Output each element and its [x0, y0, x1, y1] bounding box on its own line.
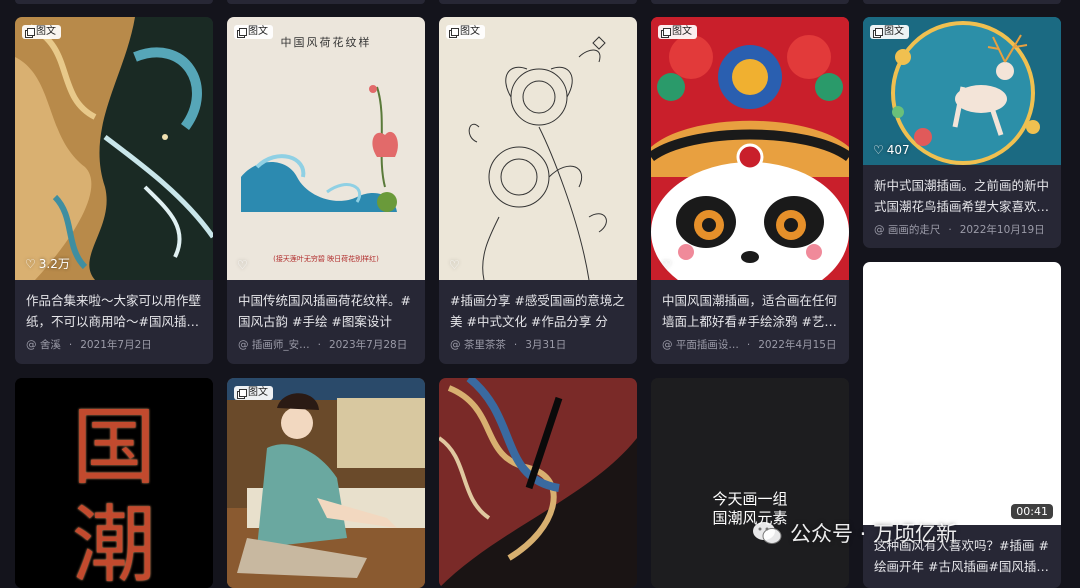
post-card[interactable]: 图文 [227, 378, 425, 588]
art-caption: (接天莲叶无穷碧 映日荷花别样红) [273, 255, 379, 263]
post-thumbnail[interactable]: 图文 ♡ 407 [863, 17, 1061, 165]
like-count[interactable]: ♡ [237, 258, 248, 272]
like-count[interactable]: ♡ [449, 258, 460, 272]
images-icon [661, 27, 671, 38]
author-name[interactable]: @ 画画的走尺 [874, 222, 940, 237]
post-card[interactable]: 图文 ♡ #插画分享 #感受国画的意境之美 #中式文化 #作品分享 分享… @ … [439, 17, 637, 364]
marbled-ink-art [439, 378, 637, 588]
separator-dot: · [68, 338, 73, 351]
dragon-painting [15, 17, 213, 280]
post-thumbnail[interactable]: 图文 ♡ 3.2万 [15, 17, 213, 280]
images-icon [449, 27, 459, 38]
author-name[interactable]: @ 平面插画设… [662, 337, 739, 352]
prev-card-stub [863, 0, 1061, 4]
post-type-badge: 图文 [446, 25, 485, 39]
separator-dot: · [746, 338, 751, 351]
like-count[interactable]: ♡ 3.2万 [25, 255, 70, 272]
images-icon [873, 27, 883, 38]
prev-card-stub [439, 0, 637, 4]
heart-icon: ♡ [237, 258, 248, 272]
post-meta: @ 插画师_安… · 2023年7月28日 [238, 337, 417, 352]
separator-dot: · [948, 223, 952, 236]
prev-card-stub [227, 0, 425, 4]
lotus-wave-art [241, 85, 398, 212]
post-title[interactable]: 中国风国潮插画，适合画在任何墙面上都好看#手绘涂鸦 #艺… [662, 290, 838, 332]
post-card[interactable]: 图文 ♡ 407 新中式国潮插画。之前画的新中式国潮花鸟插画希望大家喜欢… @ 画… [863, 17, 1061, 248]
post-card[interactable]: 中国风荷花纹样 (接天莲叶无穷碧 映日荷花别样红) 图文 ♡ 中国传统国风插画荷… [227, 17, 425, 364]
post-thumbnail[interactable]: 图文 ♡ [651, 17, 849, 280]
prev-card-stub [651, 0, 849, 4]
post-meta: @ 茶里茶茶 · 3月31日 [450, 337, 629, 352]
author-name[interactable]: @ 舍溪 [26, 337, 61, 352]
post-meta: @ 舍溪 · 2021年7月2日 [26, 337, 205, 352]
separator-dot: · [317, 338, 321, 351]
post-card[interactable]: 国潮 [15, 378, 213, 588]
heart-icon: ♡ [661, 258, 672, 272]
like-count[interactable]: ♡ 407 [873, 143, 910, 157]
post-title[interactable]: 作品合集来啦～大家可以用作壁纸，不可以商用哈～#国风插… [26, 290, 202, 332]
images-icon [25, 27, 35, 38]
post-card[interactable]: 图文 ♡ 3.2万 作品合集来啦～大家可以用作壁纸，不可以商用哈～#国风插… @ … [15, 17, 213, 364]
post-thumbnail[interactable]: 图文 [227, 378, 425, 588]
post-title[interactable]: 新中式国潮插画。之前画的新中式国潮花鸟插画希望大家喜欢… [874, 175, 1050, 217]
post-type-badge: 图文 [658, 25, 697, 39]
video-caption-line: 今天画一组 [712, 490, 788, 508]
post-date: 2022年10月19日 [959, 224, 1045, 236]
post-card[interactable] [439, 378, 637, 588]
post-date: 2023年7月28日 [328, 339, 408, 351]
post-thumbnail[interactable]: 中国风荷花纹样 (接天莲叶无穷碧 映日荷花别样红) 图文 ♡ [227, 17, 425, 280]
post-thumbnail[interactable]: 今天画一组 国潮风元素 [651, 378, 849, 588]
post-meta: @ 画画的走尺 · 2022年10月19日 [874, 222, 1053, 237]
post-meta: @ 平面插画设… · 2022年4月15日 [662, 337, 841, 352]
lady-painting [227, 378, 425, 588]
art-char: 潮 [71, 496, 156, 588]
peony-line-art [468, 36, 607, 280]
art-char: 国 [71, 398, 156, 496]
wechat-icon [753, 522, 782, 544]
post-thumbnail[interactable]: 00:41 [863, 262, 1061, 525]
author-name[interactable]: @ 茶里茶茶 [450, 337, 506, 352]
post-date: 2021年7月2日 [80, 339, 152, 351]
prev-card-stub [15, 0, 213, 4]
separator-dot: · [513, 338, 518, 351]
post-type-badge: 图文 [22, 25, 61, 39]
like-count[interactable]: ♡ [661, 258, 672, 272]
post-type-badge: 图文 [234, 25, 273, 39]
post-type-badge: 图文 [234, 386, 273, 400]
heart-icon: ♡ [449, 258, 460, 272]
video-duration: 00:41 [1011, 504, 1053, 519]
post-card[interactable]: 今天画一组 国潮风元素 [651, 378, 849, 588]
post-thumbnail[interactable] [439, 378, 637, 588]
post-date: 3月31日 [525, 339, 567, 351]
post-thumbnail[interactable]: 图文 ♡ [439, 17, 637, 280]
post-thumbnail[interactable]: 国潮 [15, 378, 213, 588]
post-date: 2022年4月15日 [758, 339, 837, 351]
watermark: 公众号 · 万顷亿新 [752, 518, 957, 548]
art-text: 国潮 [15, 398, 213, 588]
images-icon [237, 388, 247, 399]
author-name[interactable]: @ 插画师_安… [238, 337, 310, 352]
post-title[interactable]: #插画分享 #感受国画的意境之美 #中式文化 #作品分享 分享… [450, 290, 626, 332]
heart-icon: ♡ [873, 143, 884, 157]
panda-opera-art [651, 17, 849, 280]
post-title[interactable]: 中国传统国风插画荷花纹样。#国风古韵 #手绘 #图案设计 #… [238, 290, 414, 332]
images-icon [237, 27, 247, 38]
heart-icon: ♡ [25, 256, 36, 271]
post-card[interactable]: 图文 ♡ 中国风国潮插画，适合画在任何墙面上都好看#手绘涂鸦 #艺… @ 平面插… [651, 17, 849, 364]
post-type-badge: 图文 [870, 25, 909, 39]
